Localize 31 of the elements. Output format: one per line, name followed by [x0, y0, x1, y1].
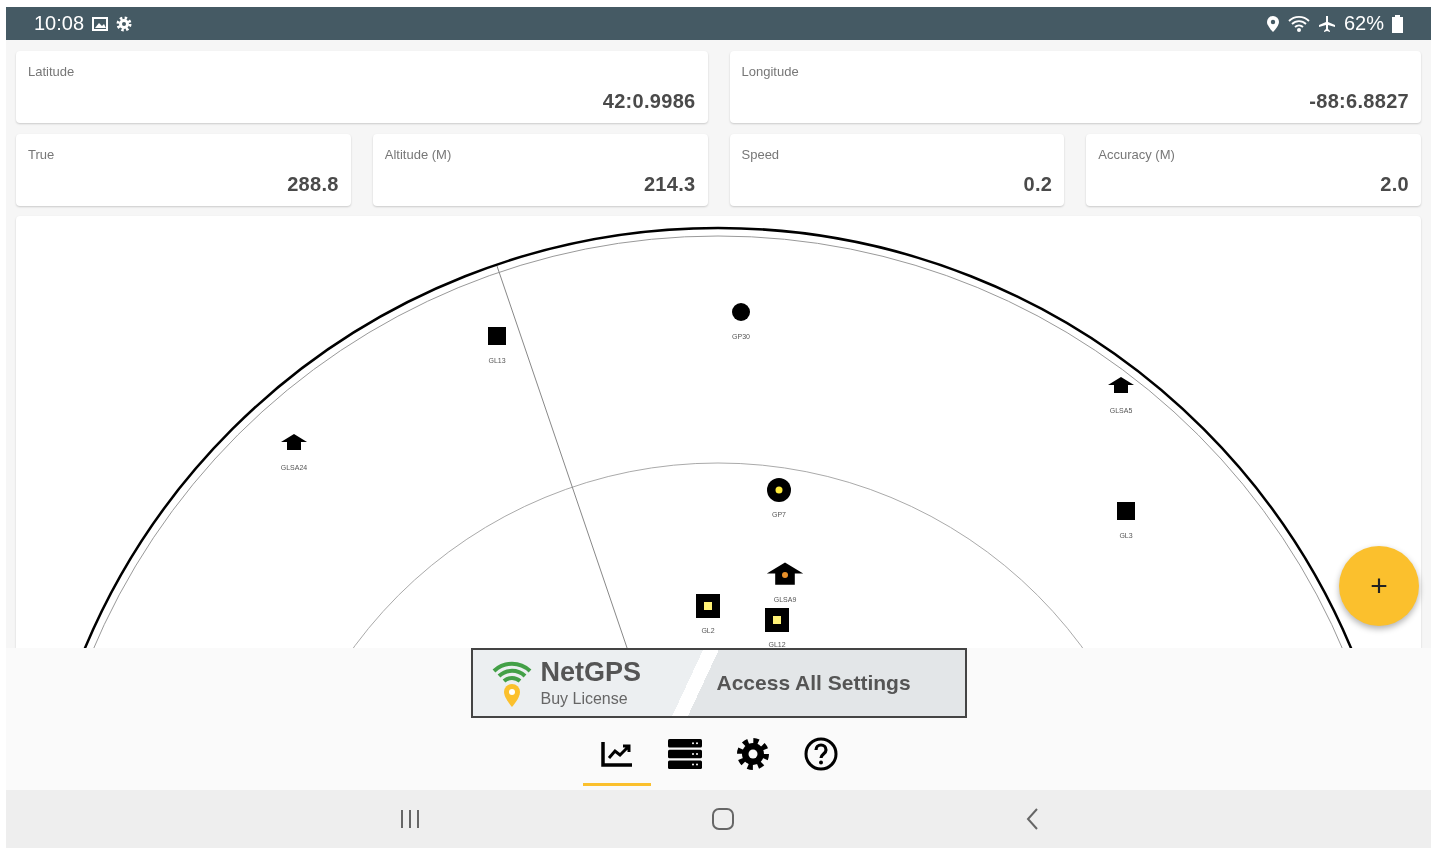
- readout-label: True: [28, 147, 56, 162]
- readout-value: 0.2: [1022, 173, 1053, 196]
- readout-label: Longitude: [741, 64, 800, 79]
- buy-license-text: Buy License: [540, 689, 629, 708]
- readout-label: Latitude: [28, 64, 76, 79]
- readout-value: 214.3: [642, 173, 696, 196]
- recent-apps-icon[interactable]: [398, 809, 421, 829]
- help-icon: [803, 736, 838, 771]
- readout-value: 2.0: [1379, 173, 1409, 196]
- readout-value: -88:6.8827: [1308, 90, 1409, 113]
- chart-icon: [599, 739, 634, 768]
- back-icon[interactable]: [1024, 807, 1039, 831]
- home-icon[interactable]: [710, 807, 735, 831]
- readout-label: Accuracy (M): [1098, 147, 1176, 162]
- airplane-icon: [1317, 14, 1336, 33]
- settings-icon: [735, 736, 770, 771]
- readout-label: Altitude (M): [384, 147, 453, 162]
- battery-icon: [1392, 14, 1403, 33]
- battery-percent: 62%: [1343, 12, 1384, 35]
- server-list-icon: [667, 738, 702, 769]
- banner-action-text: Access All Settings: [716, 671, 911, 695]
- readout-value: 42:0.9986: [601, 90, 696, 113]
- license-banner[interactable]: NetGPS Buy License Access All Settings: [470, 648, 967, 718]
- image-icon: [92, 16, 109, 31]
- brand-name: NetGPS: [540, 658, 643, 686]
- wifi-icon: [1287, 14, 1310, 33]
- status-time: 10:08: [34, 12, 85, 35]
- readout-label: Speed: [741, 147, 781, 162]
- readout-value: 288.8: [286, 173, 339, 196]
- gear-icon: [116, 15, 133, 32]
- location-pin-icon: [1265, 14, 1280, 33]
